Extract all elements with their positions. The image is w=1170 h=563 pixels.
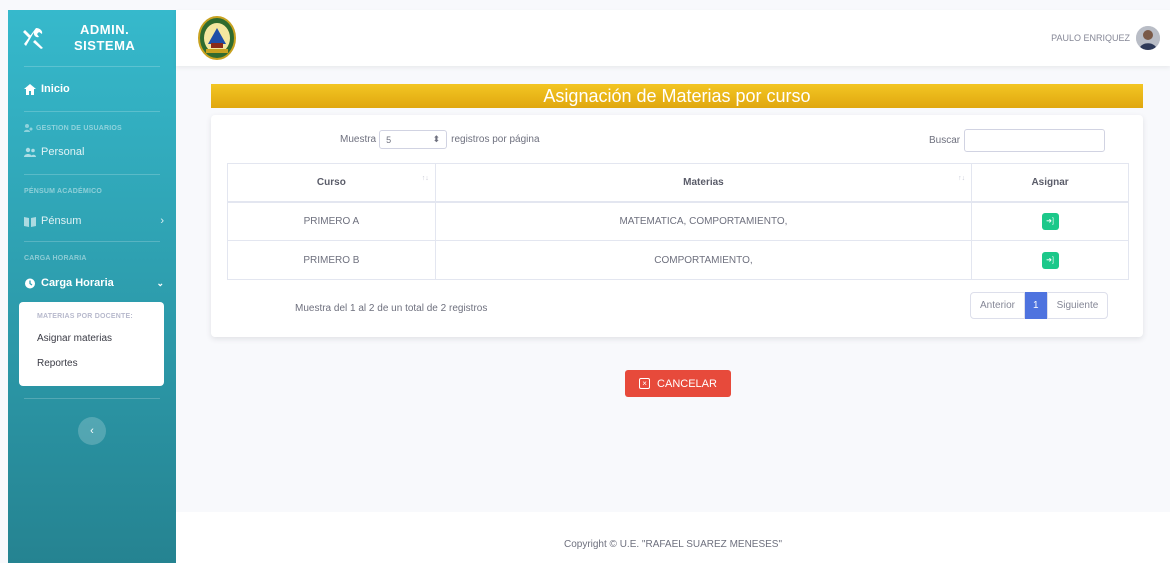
cell-asignar: ➜] <box>971 201 1129 241</box>
cell-asignar: ➜] <box>971 240 1129 280</box>
chevron-down-icon: ⌄ <box>156 277 164 288</box>
page-length-control: Muestra 5 ⬍ registros por página <box>340 130 540 149</box>
data-table: Curso ↑↓ Materias ↑↓ Asignar PRIMERO A MAT… <box>227 163 1129 280</box>
page-title: Asignación de Materias por curso <box>211 84 1143 108</box>
chevron-left-icon: ‹ <box>90 425 94 437</box>
table-row: PRIMERO A MATEMATICA, COMPORTAMIENTO, ➜] <box>227 201 1129 241</box>
sort-icon: ↑↓ <box>421 175 429 182</box>
sign-in-icon: ➜] <box>1046 256 1054 264</box>
length-suffix: registros por página <box>451 134 540 145</box>
tools-icon <box>23 28 43 49</box>
column-header-materias[interactable]: Materias ↑↓ <box>434 163 973 203</box>
book-icon <box>24 216 36 227</box>
sidebar-item-label: Inicio <box>41 83 70 95</box>
assign-button[interactable]: ➜] <box>1041 212 1059 230</box>
heading-carga: CARGA HORARIA <box>24 254 87 262</box>
divider <box>24 398 160 399</box>
search-label: Buscar <box>929 135 961 146</box>
search-control: Buscar <box>929 129 1106 152</box>
cancel-button[interactable]: × CANCELAR <box>625 370 731 397</box>
pagination: Anterior 1 Siguiente <box>970 292 1109 319</box>
column-header-curso[interactable]: Curso ↑↓ <box>227 163 436 203</box>
brand-line1: ADMIN. <box>80 22 130 37</box>
sidebar-item-carga-horaria[interactable]: Carga Horaria ⌄ <box>8 268 176 298</box>
clock-icon <box>25 278 35 288</box>
users-icon <box>24 147 36 157</box>
search-input[interactable] <box>964 129 1106 152</box>
user-menu[interactable]: PAULO ENRIQUEZ <box>1051 26 1160 50</box>
cell-materias: MATEMATICA, COMPORTAMIENTO, <box>434 201 973 241</box>
length-value: 5 <box>386 134 392 145</box>
sidebar-item-label: Carga Horaria <box>41 277 114 289</box>
table-row: PRIMERO B COMPORTAMIENTO, ➜] <box>227 240 1129 280</box>
length-prefix: Muestra <box>340 134 377 145</box>
page-length-select[interactable]: 5 ⬍ <box>379 130 448 149</box>
divider <box>24 174 160 175</box>
pagination-prev[interactable]: Anterior <box>970 292 1026 319</box>
submenu-card: MATERIAS POR DOCENTE: Asignar materias R… <box>19 302 164 386</box>
sign-in-icon: ➜] <box>1046 217 1054 225</box>
divider <box>24 241 160 242</box>
table-header-row: Curso ↑↓ Materias ↑↓ Asignar <box>227 163 1129 203</box>
heading-pensum: PÉNSUM ACADÉMICO <box>24 187 102 195</box>
select-arrows-icon: ⬍ <box>432 134 441 144</box>
sidebar-item-pensum[interactable]: Pénsum › <box>8 201 176 241</box>
cell-curso: PRIMERO A <box>227 201 436 241</box>
cancel-label: CANCELAR <box>657 377 717 390</box>
sidebar: ADMIN. SISTEMA Inicio GESTION DE USUARIO… <box>8 10 176 563</box>
table-info: Muestra del 1 al 2 de un total de 2 regi… <box>295 303 488 314</box>
cell-curso: PRIMERO B <box>227 240 436 280</box>
heading-usuarios: GESTION DE USUARIOS <box>36 124 122 132</box>
submenu-heading: MATERIAS POR DOCENTE: <box>37 313 133 320</box>
sort-icon: ↑↓ <box>958 175 966 182</box>
cell-materias: COMPORTAMIENTO, <box>434 240 973 280</box>
column-header-asignar: Asignar <box>971 163 1129 203</box>
pagination-next[interactable]: Siguiente <box>1046 292 1109 319</box>
user-name: PAULO ENRIQUEZ <box>1051 33 1130 43</box>
school-logo <box>198 16 236 60</box>
submenu-item-reportes[interactable]: Reportes <box>19 351 164 376</box>
users-cog-icon <box>24 124 33 132</box>
table-card: Muestra 5 ⬍ registros por página Buscar … <box>211 115 1143 337</box>
sidebar-brand[interactable]: ADMIN. SISTEMA <box>8 10 176 66</box>
sidebar-item-inicio[interactable]: Inicio <box>8 67 176 111</box>
sidebar-item-personal[interactable]: Personal <box>8 138 176 166</box>
close-square-icon: × <box>639 378 651 389</box>
avatar <box>1136 26 1160 50</box>
footer: Copyright © U.E. "RAFAEL SUAREZ MENESES" <box>176 512 1170 563</box>
sidebar-item-label: Pénsum <box>41 215 82 227</box>
submenu-item-asignar[interactable]: Asignar materias <box>19 326 164 351</box>
brand-line2: SISTEMA <box>74 38 136 53</box>
assign-button[interactable]: ➜] <box>1041 251 1059 269</box>
topbar: PAULO ENRIQUEZ <box>176 10 1170 66</box>
home-icon <box>24 83 36 95</box>
sidebar-toggle-button[interactable]: ‹ <box>78 417 106 445</box>
divider <box>24 111 160 112</box>
chevron-right-icon: › <box>160 215 164 227</box>
copyright-text: Copyright © U.E. "RAFAEL SUAREZ MENESES" <box>563 539 783 550</box>
pagination-page-1[interactable]: 1 <box>1025 292 1047 319</box>
sidebar-item-label: Personal <box>41 146 85 158</box>
